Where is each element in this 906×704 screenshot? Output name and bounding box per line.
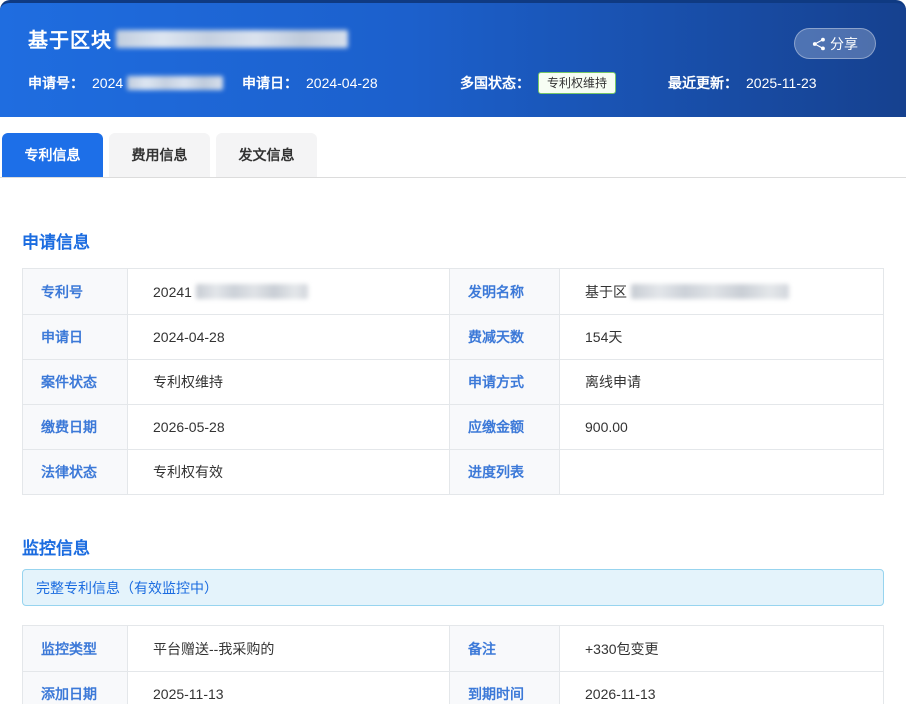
monitoring-info-table: 监控类型平台赠送--我采购的备注+330包变更添加日期2025-11-13到期时…: [22, 625, 884, 704]
section-heading-monitoring: 监控信息: [22, 534, 884, 559]
field-value: +330包变更: [560, 626, 883, 671]
meta-label: 多国状态：: [460, 73, 530, 93]
field-label: 监控类型: [23, 626, 128, 671]
header-meta-item: 申请号： 2024: [28, 73, 242, 93]
field-label: 备注: [450, 626, 560, 671]
redacted-text: [631, 284, 789, 299]
section-heading-application: 申请信息: [22, 228, 884, 253]
field-value: 离线申请: [560, 360, 883, 404]
tab-bar: 专利信息费用信息发文信息: [0, 133, 906, 178]
field-value: 900.00: [560, 405, 883, 449]
monitoring-status-notice: 完整专利信息（有效监控中）: [22, 569, 884, 606]
meta-value: 2025-11-23: [746, 75, 817, 91]
field-value: 基于区: [560, 269, 883, 314]
tab-发文信息[interactable]: 发文信息: [216, 133, 317, 177]
application-info-table: 专利号20241发明名称基于区申请日2024-04-28费减天数154天案件状态…: [22, 268, 884, 495]
field-value: 2025-11-13: [128, 672, 450, 704]
field-label: 专利号: [23, 269, 128, 314]
field-label: 应缴金额: [450, 405, 560, 449]
field-label: 费减天数: [450, 315, 560, 359]
header-meta-item: 最近更新： 2025-11-23: [668, 73, 817, 93]
tab-专利信息[interactable]: 专利信息: [2, 133, 103, 177]
field-value: 2026-11-13: [560, 672, 883, 704]
header-meta-item: 多国状态： 专利权维持: [460, 72, 668, 94]
field-value: 专利权有效: [128, 450, 450, 494]
field-value: 154天: [560, 315, 883, 359]
table-row: 缴费日期2026-05-28应缴金额900.00: [23, 404, 883, 449]
field-value: [560, 450, 883, 494]
share-icon: [812, 37, 826, 51]
table-row: 专利号20241发明名称基于区: [23, 269, 883, 314]
meta-value: 2024: [92, 75, 123, 91]
field-value: 平台赠送--我采购的: [128, 626, 450, 671]
table-row: 申请日2024-04-28费减天数154天: [23, 314, 883, 359]
field-value: 专利权维持: [128, 360, 450, 404]
field-value: 2024-04-28: [128, 315, 450, 359]
meta-label: 申请日：: [242, 73, 298, 93]
page-title-text: 基于区块: [28, 24, 112, 53]
tab-费用信息[interactable]: 费用信息: [109, 133, 210, 177]
field-label: 案件状态: [23, 360, 128, 404]
share-button-label: 分享: [830, 34, 858, 54]
field-value: 20241: [128, 269, 450, 314]
field-label: 缴费日期: [23, 405, 128, 449]
meta-label: 申请号：: [28, 73, 84, 93]
field-label: 进度列表: [450, 450, 560, 494]
meta-value: 2024-04-28: [306, 75, 378, 91]
field-label: 发明名称: [450, 269, 560, 314]
header-meta-item: 申请日： 2024-04-28: [242, 73, 460, 93]
field-label: 到期时间: [450, 672, 560, 704]
patent-detail-content: 申请信息 专利号20241发明名称基于区申请日2024-04-28费减天数154…: [0, 228, 906, 704]
table-row: 法律状态专利权有效进度列表: [23, 449, 883, 494]
table-row: 监控类型平台赠送--我采购的备注+330包变更: [23, 626, 883, 671]
field-label: 申请方式: [450, 360, 560, 404]
page-title: 基于区块: [28, 24, 348, 53]
redacted-title-text: [116, 30, 348, 48]
table-row: 案件状态专利权维持申请方式离线申请: [23, 359, 883, 404]
table-row: 添加日期2025-11-13到期时间2026-11-13: [23, 671, 883, 704]
meta-label: 最近更新：: [668, 73, 738, 93]
redacted-text: [196, 284, 308, 299]
field-value: 2026-05-28: [128, 405, 450, 449]
patent-header: 基于区块 分享 申请号： 2024 申请日： 2024-04-28 多国状态： 专利权维持…: [0, 0, 906, 117]
field-label: 法律状态: [23, 450, 128, 494]
redacted-text: [127, 76, 223, 90]
header-meta-row: 申请号： 2024 申请日： 2024-04-28 多国状态： 专利权维持 最近更新： 202…: [28, 72, 878, 94]
share-button[interactable]: 分享: [794, 28, 876, 59]
patent-status-badge: 专利权维持: [538, 72, 616, 94]
field-label: 申请日: [23, 315, 128, 359]
field-label: 添加日期: [23, 672, 128, 704]
